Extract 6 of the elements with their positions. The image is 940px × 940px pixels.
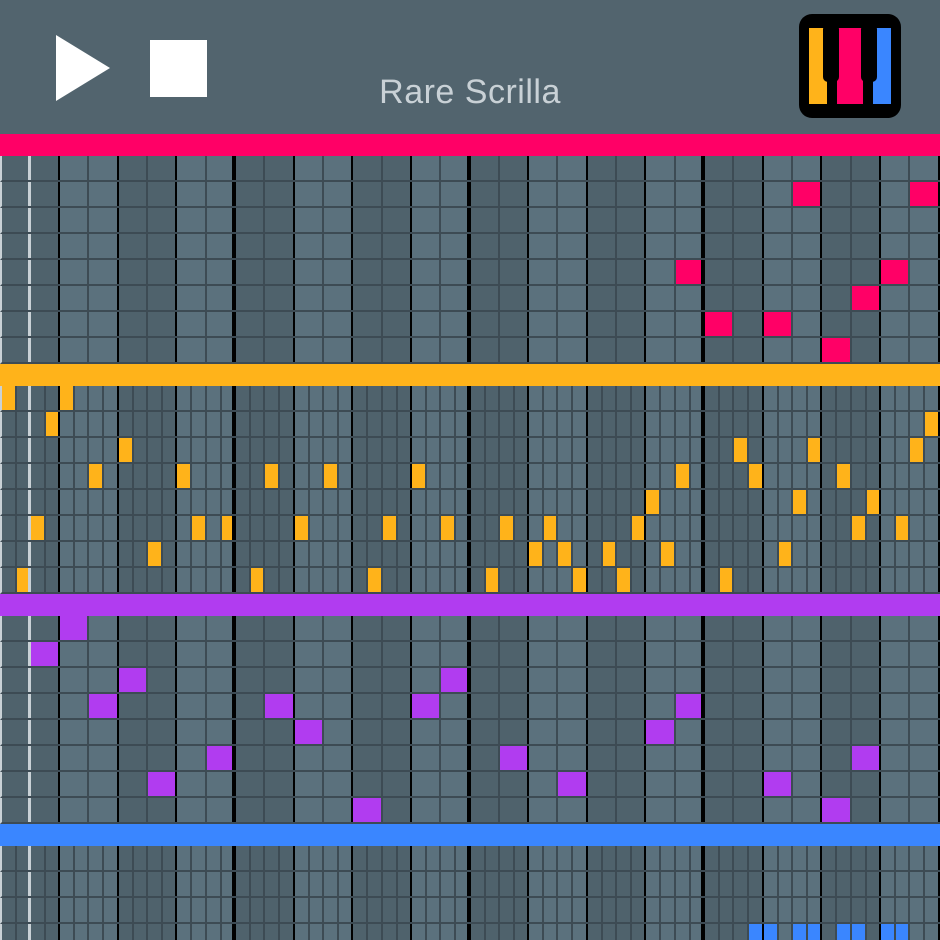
song-title: Rare Scrilla bbox=[379, 73, 561, 113]
stop-icon bbox=[150, 40, 207, 96]
piano-keys-logo-icon bbox=[799, 14, 901, 118]
stop-button[interactable] bbox=[150, 40, 207, 96]
play-icon bbox=[56, 35, 110, 101]
play-button[interactable] bbox=[56, 35, 110, 101]
